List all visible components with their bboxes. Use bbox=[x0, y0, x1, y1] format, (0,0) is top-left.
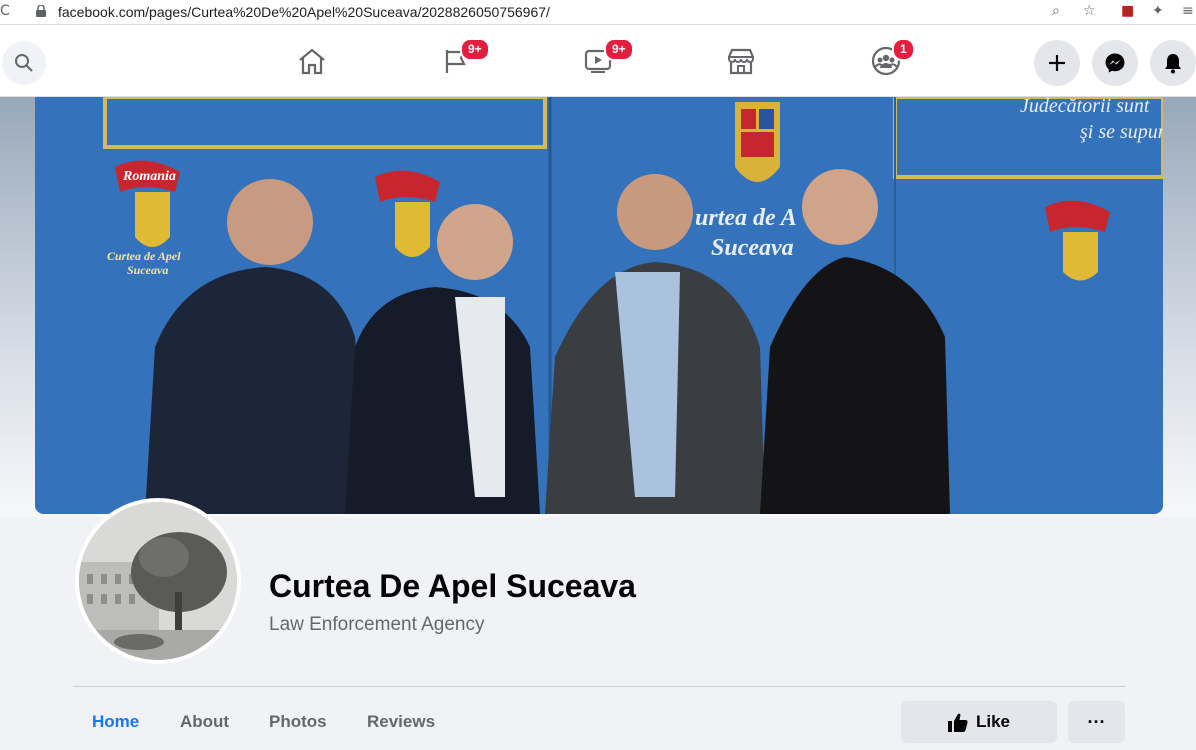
header-divider bbox=[73, 686, 1125, 687]
browser-address-bar: C facebook.com/pages/Curtea%20De%20Apel%… bbox=[0, 0, 1196, 25]
bookmark-star-icon[interactable]: ☆ bbox=[1083, 3, 1096, 19]
cover-wall-text-2: şi se supun bbox=[1080, 121, 1163, 143]
home-icon bbox=[299, 48, 325, 75]
cover-sign-text-2: Suceava bbox=[711, 235, 794, 261]
thumbs-up-icon bbox=[947, 713, 968, 732]
tab-reviews[interactable]: Reviews bbox=[367, 712, 435, 732]
create-button[interactable] bbox=[1034, 40, 1080, 86]
watch-badge: 9+ bbox=[604, 38, 634, 61]
profile-picture[interactable] bbox=[75, 498, 241, 664]
groups-badge: 1 bbox=[892, 38, 915, 61]
cover-wall-text: Judecătorii sunt bbox=[1020, 97, 1150, 117]
messenger-icon bbox=[1105, 53, 1125, 73]
cover-banner-text: Romania bbox=[123, 169, 176, 184]
search-button[interactable] bbox=[2, 41, 46, 85]
cover-sign-text: urtea de A bbox=[695, 205, 797, 231]
tab-home[interactable]: Home bbox=[92, 712, 139, 732]
watch-nav-button[interactable]: 9+ bbox=[578, 38, 634, 81]
shield-extension-icon[interactable]: ■ bbox=[1121, 3, 1134, 19]
groups-nav-button[interactable]: 1 bbox=[866, 38, 915, 81]
cover-photo[interactable]: Judecătorii sunt şi se supun Curtea de A… bbox=[35, 97, 1163, 514]
coat-of-arms-icon bbox=[735, 102, 780, 182]
marketplace-shop-icon bbox=[727, 48, 755, 75]
tab-photos[interactable]: Photos bbox=[269, 712, 327, 732]
page-category[interactable]: Law Enforcement Agency bbox=[269, 614, 484, 636]
cover-seal-text: Curtea de Apel bbox=[107, 249, 181, 263]
pages-badge: 9+ bbox=[460, 38, 490, 61]
home-nav-button[interactable] bbox=[292, 41, 332, 81]
cover-seal-text-2: Suceava bbox=[127, 263, 169, 277]
page-title: Curtea De Apel Suceava bbox=[269, 568, 636, 604]
pages-nav-button[interactable]: 9+ bbox=[436, 38, 490, 81]
like-button[interactable]: Like bbox=[901, 701, 1057, 743]
cover-photo-image bbox=[35, 97, 1163, 514]
tab-about[interactable]: About bbox=[180, 712, 229, 732]
more-options-button[interactable]: ··· bbox=[1068, 701, 1125, 743]
menu-icon[interactable]: ≡ bbox=[1182, 3, 1194, 19]
messenger-button[interactable] bbox=[1092, 40, 1138, 86]
lock-icon[interactable] bbox=[36, 5, 46, 17]
reload-icon[interactable]: C bbox=[0, 3, 10, 19]
search-icon bbox=[15, 54, 33, 72]
puzzle-extension-icon[interactable]: ✦ bbox=[1152, 3, 1164, 19]
notifications-button[interactable] bbox=[1150, 40, 1196, 86]
facebook-top-nav: 9+ 9+ 1 bbox=[0, 25, 1196, 97]
plus-icon bbox=[1049, 55, 1065, 71]
zoom-icon[interactable]: ⌕ bbox=[1052, 3, 1060, 19]
bell-icon bbox=[1165, 54, 1181, 74]
url-text[interactable]: facebook.com/pages/Curtea%20De%20Apel%20… bbox=[58, 4, 550, 20]
like-button-label: Like bbox=[975, 712, 1011, 731]
marketplace-nav-button[interactable] bbox=[721, 41, 761, 81]
more-dots-icon: ··· bbox=[1087, 711, 1106, 732]
profile-picture-image bbox=[79, 502, 237, 660]
